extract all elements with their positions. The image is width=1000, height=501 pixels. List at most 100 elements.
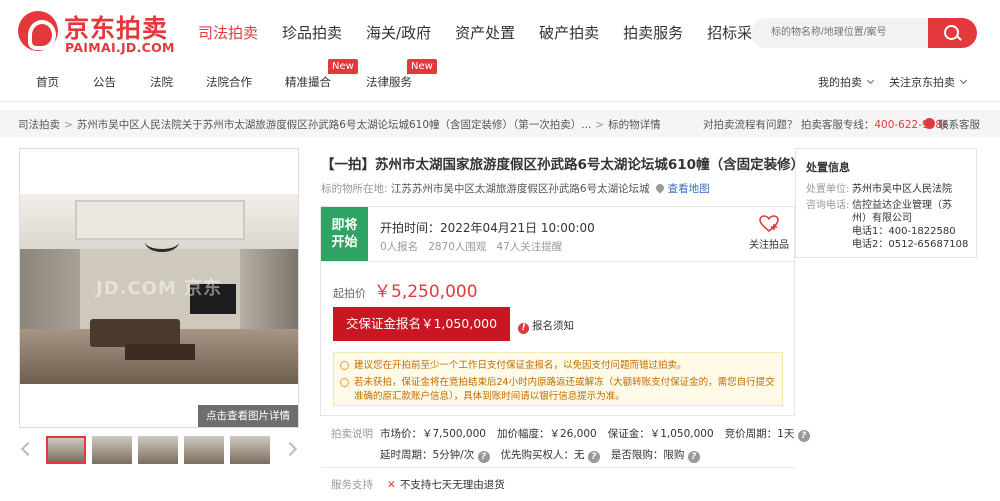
info-icon	[340, 378, 349, 387]
subnav-court-cooperation[interactable]: 法院合作	[206, 74, 252, 90]
map-pin-icon	[653, 182, 666, 194]
nav-treasure-auction[interactable]: 珍品拍卖	[282, 22, 342, 43]
breadcrumb-sep: >	[64, 119, 73, 131]
deposit-amount: 保证金：￥1,050,000	[607, 428, 714, 440]
auction-details-row: 延时周期：5分钟/次 ? 优先购买权人：无 ? 是否限购：限购 ?	[380, 447, 711, 463]
search-button[interactable]	[928, 18, 977, 48]
nav-judicial-auction[interactable]: 司法拍卖	[198, 22, 258, 43]
sub-nav: 首页 公告 法院 法院合作 精准撮合 New 法律服务 New 我的拍卖 关注京…	[0, 59, 1000, 102]
tip-item: 若未获拍，保证金将在竞拍结束后24小时内原路返还或解冻（大额转账支付保证金的，需…	[340, 376, 776, 404]
room-photo: JD.COM 京东	[20, 194, 298, 384]
breadcrumb-judicial[interactable]: 司法拍卖	[18, 119, 60, 131]
nav-bankruptcy-auction[interactable]: 破产拍卖	[539, 22, 599, 43]
chandelier	[145, 232, 179, 252]
view-photo-detail-button[interactable]: 点击查看图片详情	[198, 405, 298, 427]
price-box: 起拍价 ￥5,250,000 交保证金报名￥1,050,000 ! 报名须知 建议…	[320, 261, 795, 416]
bid-increment: 加价幅度：￥26,000	[496, 428, 597, 440]
tip-item: 建议您在开拍前至少一个工作日支付保证金报名，以免因支付问题而错过拍卖。	[340, 359, 776, 373]
consult-label: 咨询电话:	[806, 200, 850, 211]
auction-details-label: 拍卖说明	[331, 428, 373, 440]
view-map-link[interactable]: 查看地图	[668, 183, 710, 195]
start-time: 开拍时间：2022年04月21日 10:00:00	[380, 221, 595, 235]
thumbnail[interactable]	[46, 436, 86, 464]
follow-item-button[interactable]: 关注拍品	[747, 215, 791, 251]
search-bar	[751, 18, 977, 48]
contact-service-label: 联系客服	[938, 119, 980, 131]
chevron-down-icon	[959, 76, 968, 85]
breadcrumb: 司法拍卖 > 苏州市吴中区人民法院关于苏州市太湖旅游度假区孙武路6号太湖论坛城610…	[18, 117, 665, 132]
tip-text: 建议您在开拍前至少一个工作日支付保证金报名，以免因支付问题而错过拍卖。	[354, 360, 687, 371]
thumbnail-strip	[19, 434, 299, 474]
disposal-info-title: 处置信息	[806, 161, 850, 174]
item-title: 【一拍】苏州市太湖国家旅游度假区孙武路6号太湖论坛城610幢（含固定装修）	[321, 157, 805, 173]
close-icon: ✕	[387, 479, 396, 491]
purchase-limit: 是否限购：限购 ?	[611, 449, 700, 463]
thumbnail[interactable]	[92, 436, 132, 464]
chevron-right-icon[interactable]	[282, 441, 298, 457]
follow-jd-label: 关注京东拍卖	[889, 76, 955, 89]
bid-period: 竞价周期：1天 ?	[725, 428, 810, 442]
auction-details-row: 市场价：￥7,500,000 加价幅度：￥26,000 保证金：￥1,050,000…	[380, 426, 821, 442]
subnav-court[interactable]: 法院	[150, 74, 173, 90]
auction-stats: 0人报名 2870人围观 47人关注提醒	[380, 239, 572, 254]
new-badge: New	[407, 59, 437, 74]
signup-notice-label: 报名须知	[532, 320, 574, 332]
search-input[interactable]	[751, 18, 928, 48]
help-icon[interactable]: ?	[477, 451, 490, 463]
view-count: 2870人围观	[428, 241, 487, 253]
breadcrumb-sep: >	[595, 119, 605, 131]
my-auction-dropdown[interactable]: 我的拍卖	[818, 74, 875, 90]
logo-domain: PAIMAI.JD.COM	[65, 40, 175, 55]
consult-phone-2: 电话2：0512-65687108	[852, 239, 969, 250]
subnav-legal-service[interactable]: 法律服务	[366, 74, 412, 90]
thumbnail[interactable]	[138, 436, 178, 464]
thumbnail[interactable]	[184, 436, 224, 464]
consult-row: 咨询电话: 信控益达企业管理（苏 州）有限公司 电话1：400-1822580 …	[806, 199, 976, 251]
nav-asset-disposal[interactable]: 资产处置	[455, 22, 515, 43]
breadcrumb-auction[interactable]: 苏州市吴中区人民法院关于苏州市太湖旅游度假区孙武路6号太湖论坛城610幢（含固定…	[77, 119, 591, 131]
signup-count: 0人报名	[380, 241, 419, 253]
service-support-value: 不支持七天无理由退货	[399, 479, 505, 491]
follow-label: 关注拍品	[749, 240, 789, 251]
watermark: JD.COM 京东	[96, 278, 223, 299]
chevron-left-icon[interactable]	[20, 441, 36, 457]
reminder-count: 47人关注提醒	[496, 241, 563, 253]
help-icon[interactable]: ?	[797, 430, 810, 442]
subnav-home[interactable]: 首页	[36, 74, 59, 90]
chevron-down-icon	[866, 76, 875, 85]
thumbnail[interactable]	[230, 436, 270, 464]
disposal-unit-value[interactable]: 苏州市吴中区人民法院	[852, 183, 976, 196]
customer-service-line: 对拍卖流程有问题？ 拍卖客服专线：400-622-9586	[703, 117, 949, 132]
signup-notice-link[interactable]: ! 报名须知	[518, 318, 574, 334]
pay-deposit-signup-button[interactable]: 交保证金报名￥1,050,000	[333, 307, 510, 341]
nav-customs-gov[interactable]: 海关/政府	[366, 22, 431, 43]
contact-service-link[interactable]: 联系客服	[924, 117, 980, 132]
nav-auction-service[interactable]: 拍卖服务	[623, 22, 683, 43]
market-price: 市场价：￥7,500,000	[380, 428, 486, 440]
auction-status-box: 即将 开始 开拍时间：2022年04月21日 10:00:00 0人报名 2870…	[320, 206, 795, 262]
follow-jd-dropdown[interactable]: 关注京东拍卖	[889, 74, 968, 90]
help-icon[interactable]: ?	[687, 451, 700, 463]
jd-logo-icon	[18, 11, 58, 51]
jd-auction-logo[interactable]: 京东拍卖 PAIMAI.JD.COM	[18, 9, 178, 55]
main-nav: 司法拍卖 珍品拍卖 海关/政府 资产处置 破产拍卖 拍卖服务 招标采购	[198, 22, 791, 43]
new-badge: New	[328, 59, 358, 74]
service-help-text: 对拍卖流程有问题？ 拍卖客服专线：	[703, 119, 875, 131]
service-support-label: 服务支持	[331, 479, 373, 491]
help-icon[interactable]: ?	[587, 451, 600, 463]
alert-icon: !	[518, 323, 529, 334]
main-photo[interactable]: JD.COM 京东 点击查看图片详情	[19, 148, 299, 428]
subnav-announcement[interactable]: 公告	[93, 74, 116, 90]
location-address: 江苏苏州市吴中区太湖旅游度假区孙武路6号太湖论坛城	[390, 183, 650, 195]
status-line: 开始	[331, 235, 358, 250]
location-label: 标的物所在地:	[321, 183, 388, 195]
divider	[321, 467, 796, 468]
breadcrumb-bar: 司法拍卖 > 苏州市吴中区人民法院关于苏州市太湖旅游度假区孙武路6号太湖论坛城610…	[0, 110, 1000, 137]
consult-phone-1: 电话1：400-1822580	[852, 226, 956, 237]
tip-text: 若未获拍，保证金将在竞拍结束后24小时内原路返还或解冻（大额转账支付保证金的，需…	[354, 377, 775, 402]
disposal-unit-label: 处置单位:	[806, 184, 850, 195]
consult-org: 信控益达企业管理（苏	[852, 200, 952, 211]
delay-period: 延时周期：5分钟/次 ?	[380, 449, 490, 463]
subnav-precise-matching[interactable]: 精准撮合	[285, 74, 331, 90]
status-badge: 即将 开始	[321, 207, 368, 262]
